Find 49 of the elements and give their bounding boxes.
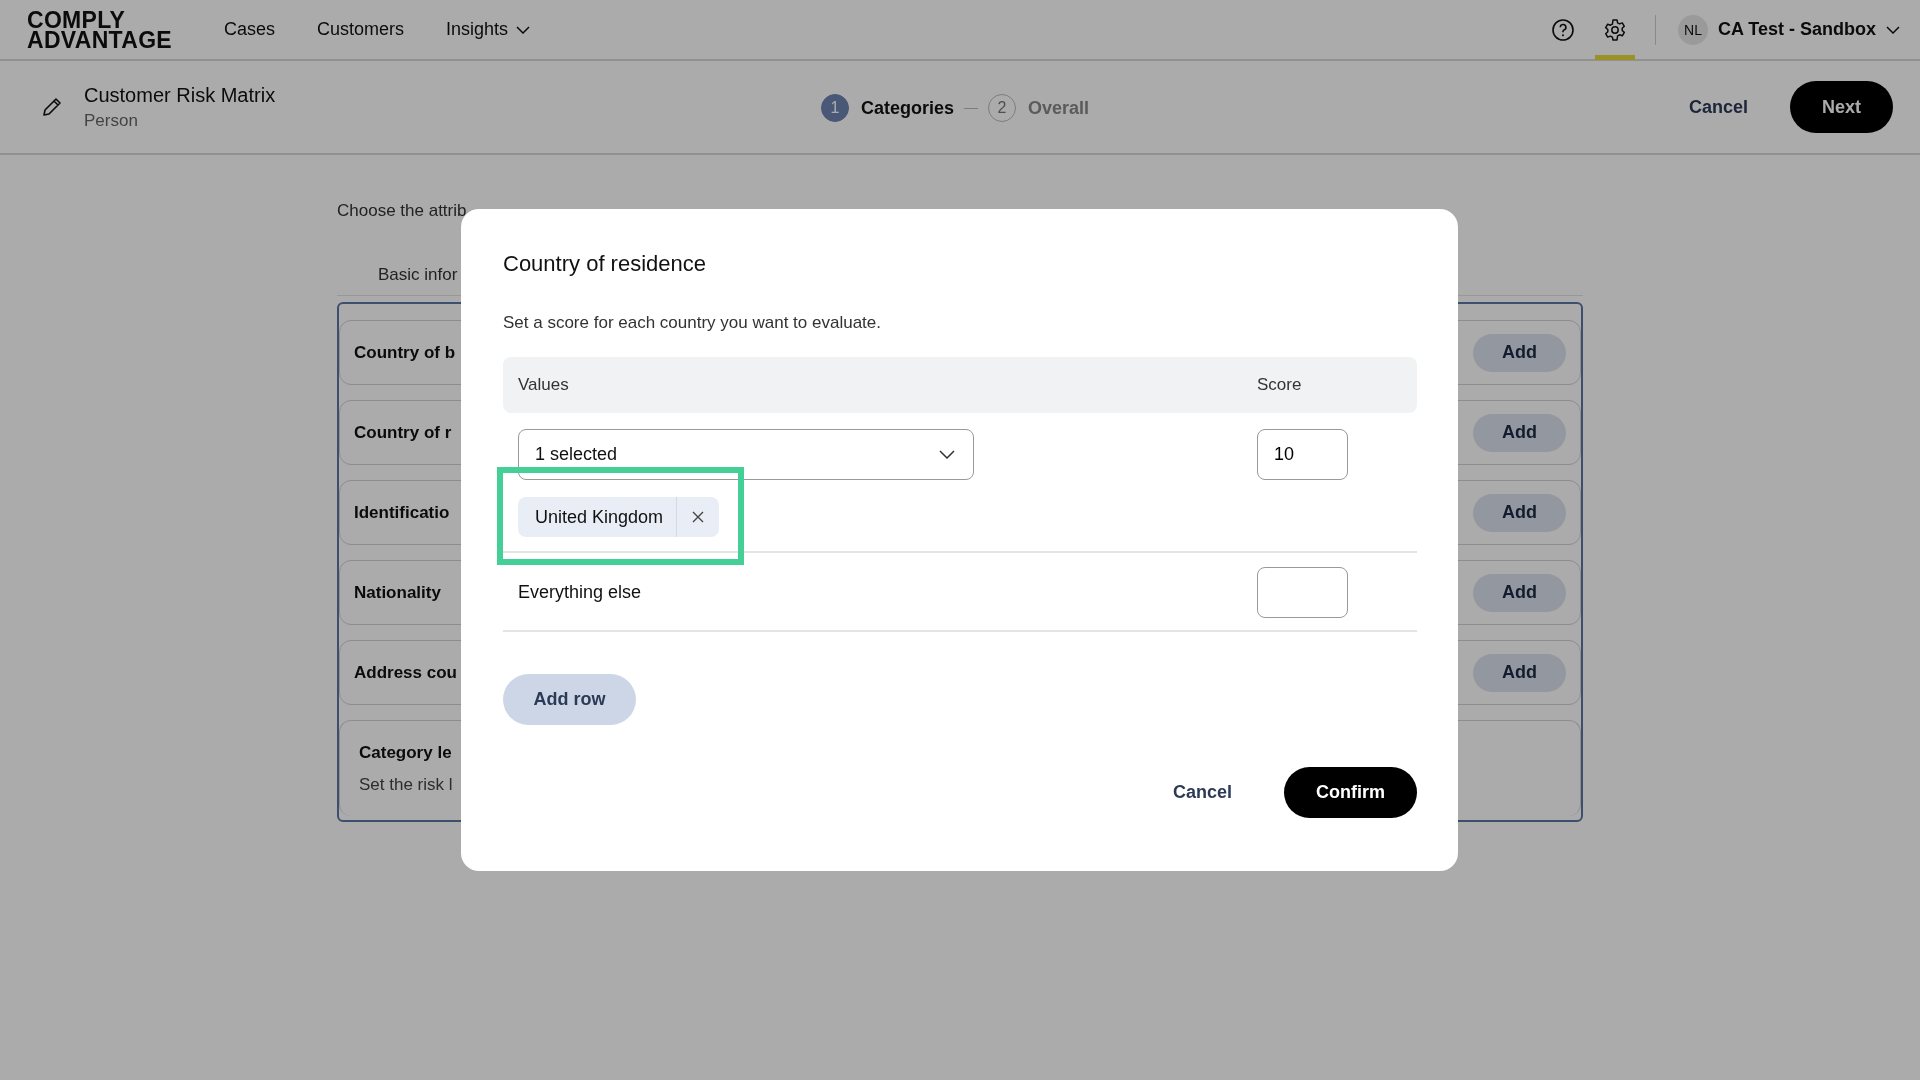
- step-number: 1: [821, 94, 849, 122]
- next-button[interactable]: Next: [1790, 81, 1893, 133]
- cancel-button[interactable]: Cancel: [1152, 782, 1252, 803]
- cancel-button[interactable]: Cancel: [1668, 96, 1768, 118]
- attribute-label: Country of b: [354, 342, 456, 363]
- attribute-label: Identificatio: [354, 502, 450, 523]
- add-button[interactable]: Add: [1473, 573, 1566, 612]
- nav-link[interactable]: Insights: [446, 19, 531, 40]
- step-label: Overall: [1028, 97, 1090, 119]
- account-menu[interactable]: NL CA Test - Sandbox: [1678, 14, 1900, 45]
- attribute-label: Nationality: [354, 582, 441, 603]
- page-title: Customer Risk Matrix: [84, 83, 276, 107]
- row-label: Everything else: [518, 582, 642, 602]
- attribute-label: Address cou: [354, 662, 457, 683]
- country-select[interactable]: 1 selected: [518, 429, 974, 480]
- nav-link[interactable]: Customers: [317, 19, 405, 40]
- modal-title: Country of residence: [503, 251, 707, 277]
- add-button[interactable]: Add: [1473, 333, 1566, 372]
- chevron-icon: [516, 25, 531, 34]
- avatar: NL: [1678, 14, 1708, 45]
- attribute-label: Country of r: [354, 422, 452, 443]
- category-level-title: Category le: [359, 742, 452, 763]
- account-name: CA Test - Sandbox: [1718, 19, 1876, 40]
- confirm-button[interactable]: Confirm: [1284, 767, 1417, 818]
- modal-description: Set a score for each country you want to evaluate.: [503, 313, 882, 333]
- step[interactable]: 2 Overall: [988, 94, 1090, 122]
- add-button[interactable]: Add: [1473, 413, 1566, 452]
- page-subtitle: Person: [84, 110, 139, 131]
- column-header: Score: [1257, 375, 1303, 395]
- add-button[interactable]: Add: [1473, 653, 1566, 692]
- settings-icon: [1603, 17, 1627, 42]
- tab[interactable]: Basic infor: [378, 265, 458, 285]
- add-button[interactable]: Add: [1473, 493, 1566, 532]
- category-level-description: Set the risk l: [359, 774, 453, 795]
- column-header: Values: [518, 375, 570, 395]
- step[interactable]: 1 Categories: [821, 94, 955, 122]
- chevron-icon: [1886, 25, 1900, 34]
- pencil-icon[interactable]: [40, 95, 64, 119]
- score-field[interactable]: [1257, 567, 1348, 618]
- chevron-icon: [939, 450, 955, 459]
- nav-link[interactable]: Cases: [223, 19, 275, 40]
- intro-text: Choose the attrib: [337, 201, 468, 221]
- help-icon: [1551, 17, 1575, 42]
- score-field[interactable]: 10: [1257, 429, 1348, 480]
- close-icon: [692, 511, 705, 523]
- logo[interactable]: COMPLY ADVANTAGE: [27, 9, 172, 50]
- chip-label: United Kingdom: [534, 506, 665, 528]
- add-row-button[interactable]: Add row: [503, 674, 636, 725]
- step-label: Categories: [861, 97, 955, 119]
